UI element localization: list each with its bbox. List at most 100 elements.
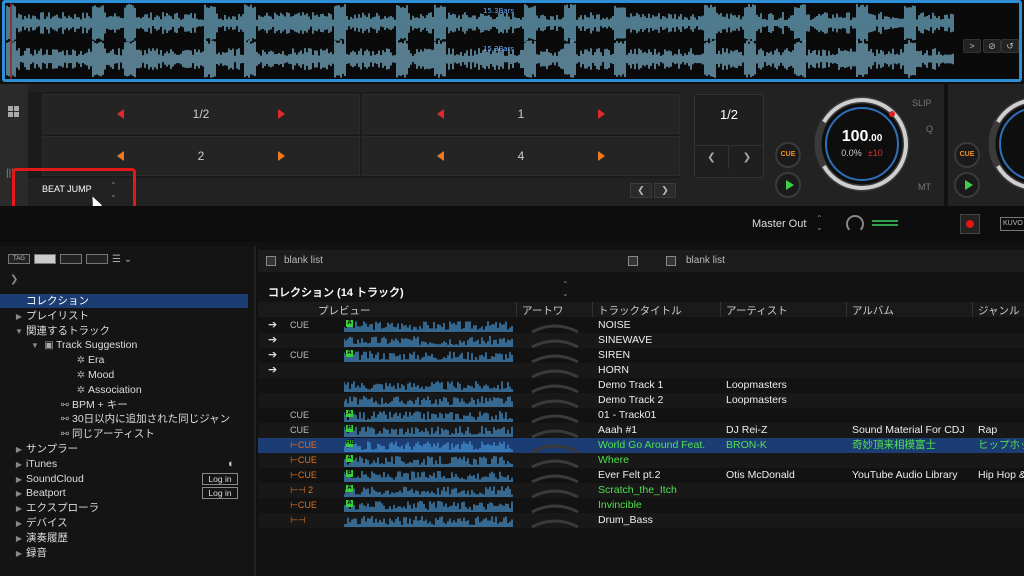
preview-waveform[interactable] — [344, 484, 514, 497]
preview-waveform[interactable] — [344, 364, 514, 377]
tree-item[interactable]: ✲ Mood — [0, 368, 248, 382]
col-artwork[interactable]: アートワ — [522, 303, 563, 318]
expand-arrow-icon[interactable]: ▼ — [12, 325, 26, 339]
col-track-title[interactable]: トラックタイトル — [598, 303, 682, 318]
tree-item[interactable]: ✲ Association — [0, 383, 248, 397]
tree-collapse-icon[interactable]: ❯ — [10, 274, 18, 285]
updown-icon[interactable]: ⌃ ⌄ — [562, 280, 569, 298]
load-arrow-icon[interactable]: ➔ — [268, 363, 277, 378]
tag-button[interactable]: TAG — [8, 254, 30, 264]
load-arrow-icon[interactable]: ➔ — [268, 318, 277, 333]
track-row[interactable]: CUE H Aaah #1 DJ Rei-Z Sound Material For CD… — [258, 423, 1024, 438]
track-row[interactable]: ⊢CUE A Invincible — [258, 498, 1024, 513]
panel-icon[interactable] — [266, 256, 276, 266]
jog-wheel[interactable]: 100.00 0.0% ±10 — [812, 94, 912, 194]
track-row[interactable]: ➔ CUE A SIREN — [258, 348, 1024, 363]
expand-icon[interactable]: > — [963, 39, 981, 53]
pad-beat-jump-half[interactable]: 1/2 — [42, 94, 360, 134]
loop-double-button[interactable]: ❯ — [730, 145, 764, 169]
tree-item[interactable]: ▶ 録音 — [0, 546, 248, 560]
tree-item[interactable]: ▶ サンプラー — [0, 442, 248, 456]
grid-icon[interactable] — [8, 106, 20, 118]
load-arrow-icon[interactable]: ➔ — [268, 348, 277, 363]
preview-waveform[interactable] — [344, 514, 514, 527]
expand-arrow-icon[interactable]: ▶ — [12, 473, 26, 487]
expand-arrow-icon[interactable]: ▼ — [28, 339, 42, 353]
link-icon[interactable]: ⊘ — [983, 39, 1001, 53]
tree-item[interactable]: ▶ エクスプローラ — [0, 501, 248, 515]
tree-item[interactable]: ▼ 関連するトラック — [0, 324, 248, 338]
col-album[interactable]: アルバム — [852, 303, 894, 318]
updown-icon[interactable]: ⌃ ⌄ — [816, 214, 823, 232]
col-artist[interactable]: アーティスト — [726, 303, 788, 318]
preview-waveform[interactable] — [344, 439, 514, 452]
preview-waveform[interactable] — [344, 454, 514, 467]
view-toggle-3[interactable] — [86, 254, 108, 264]
preview-waveform[interactable] — [344, 319, 514, 332]
overview-waveform[interactable]: 15.3Bars 15.3Bars > ⊘ ↺ — [2, 0, 1022, 82]
loop-size-box[interactable]: 1/2 ❮ ❯ — [694, 94, 764, 178]
pad-beat-jump-1[interactable]: 1 — [362, 94, 680, 134]
preview-waveform[interactable] — [344, 409, 514, 422]
tree-item[interactable]: ▶ プレイリスト — [0, 309, 248, 323]
tree-item[interactable]: ▶ SoundCloud Log in — [0, 472, 248, 486]
tree-item[interactable]: コレクション — [0, 294, 248, 308]
expand-arrow-icon[interactable]: ▶ — [12, 532, 26, 546]
track-row[interactable]: ⊢⊣ 2 A Scratch_the_Itch — [258, 483, 1024, 498]
track-row[interactable]: ➔ HORN — [258, 363, 1024, 378]
master-out-label[interactable]: Master Out — [752, 218, 806, 230]
tree-item[interactable]: ⚯ 30日以内に追加された同じジャン — [0, 412, 248, 426]
preview-waveform[interactable] — [344, 469, 514, 482]
preview-waveform[interactable] — [344, 379, 514, 392]
expand-arrow-icon[interactable]: ▶ — [12, 310, 26, 324]
track-row[interactable]: Demo Track 2 Loopmasters — [258, 393, 1024, 408]
tree-item[interactable]: ▶ 演奏履歴 — [0, 531, 248, 545]
expand-arrow-icon[interactable]: ▶ — [12, 502, 26, 516]
preview-waveform[interactable] — [344, 424, 514, 437]
expand-arrow-icon[interactable]: ▶ — [12, 487, 26, 501]
master-volume-knob[interactable] — [846, 215, 864, 233]
refresh-icon[interactable]: ↺ — [1001, 39, 1019, 53]
tree-item[interactable]: ▶ iTunes ◐ — [0, 457, 248, 471]
cue-button[interactable]: CUE — [775, 142, 801, 168]
load-arrow-icon[interactable]: ➔ — [268, 333, 277, 348]
kuvo-logo[interactable]: KUVO — [1000, 217, 1024, 231]
track-row[interactable]: ⊢CUE A Where — [258, 453, 1024, 468]
tree-item[interactable]: ✲ Era — [0, 353, 248, 367]
view-toggle-1[interactable] — [34, 254, 56, 264]
preview-waveform[interactable] — [344, 394, 514, 407]
col-preview[interactable]: プレビュー — [318, 303, 371, 318]
slip-button[interactable]: SLIP — [912, 98, 932, 108]
expand-arrow-icon[interactable]: ▶ — [12, 517, 26, 531]
tree-item[interactable]: ▼ ▣ Track Suggestion — [0, 338, 248, 352]
col-genre[interactable]: ジャンル — [978, 303, 1019, 318]
page-prev-button[interactable]: ❮ — [630, 183, 652, 198]
track-row[interactable]: ⊢CUE HE World Go Around Feat. BRON-K 奇妙頂来相模富… — [258, 438, 1024, 453]
tree-item[interactable]: ▶ デバイス — [0, 516, 248, 530]
expand-arrow-icon[interactable]: ▶ — [12, 458, 26, 472]
preview-waveform[interactable] — [344, 349, 514, 362]
deck2-jog-wheel[interactable] — [986, 94, 1024, 194]
login-button[interactable]: Log in — [202, 487, 238, 500]
tree-item[interactable]: ▶ Beatport Log in — [0, 486, 248, 500]
panel-toggle-icon[interactable] — [628, 256, 638, 266]
record-button[interactable] — [960, 214, 980, 234]
preview-waveform[interactable] — [344, 334, 514, 347]
loop-halve-button[interactable]: ❮ — [695, 145, 729, 169]
view-toggle-2[interactable] — [60, 254, 82, 264]
track-row[interactable]: ➔ CUE A NOISE — [258, 318, 1024, 333]
expand-arrow-icon[interactable]: ▶ — [12, 547, 26, 561]
preview-waveform[interactable] — [344, 499, 514, 512]
sync-icon[interactable]: ◐ — [228, 457, 235, 471]
page-next-button[interactable]: ❯ — [654, 183, 676, 198]
track-row[interactable]: ➔ SINEWAVE — [258, 333, 1024, 348]
tree-item[interactable]: ⚯ BPM + キー — [0, 398, 248, 412]
login-button[interactable]: Log in — [202, 472, 238, 485]
track-row[interactable]: CUE A 01 - Track01 — [258, 408, 1024, 423]
quantize-button[interactable]: Q — [926, 124, 933, 134]
track-row[interactable]: Demo Track 1 Loopmasters — [258, 378, 1024, 393]
list-menu-icon[interactable]: ☰ ⌄ — [112, 254, 132, 265]
play-button[interactable] — [775, 172, 801, 198]
tree-item[interactable]: ⚯ 同じアーティスト — [0, 427, 248, 441]
track-row[interactable]: ⊢CUE B Ever Felt pt.2 Otis McDonald YouTube … — [258, 468, 1024, 483]
